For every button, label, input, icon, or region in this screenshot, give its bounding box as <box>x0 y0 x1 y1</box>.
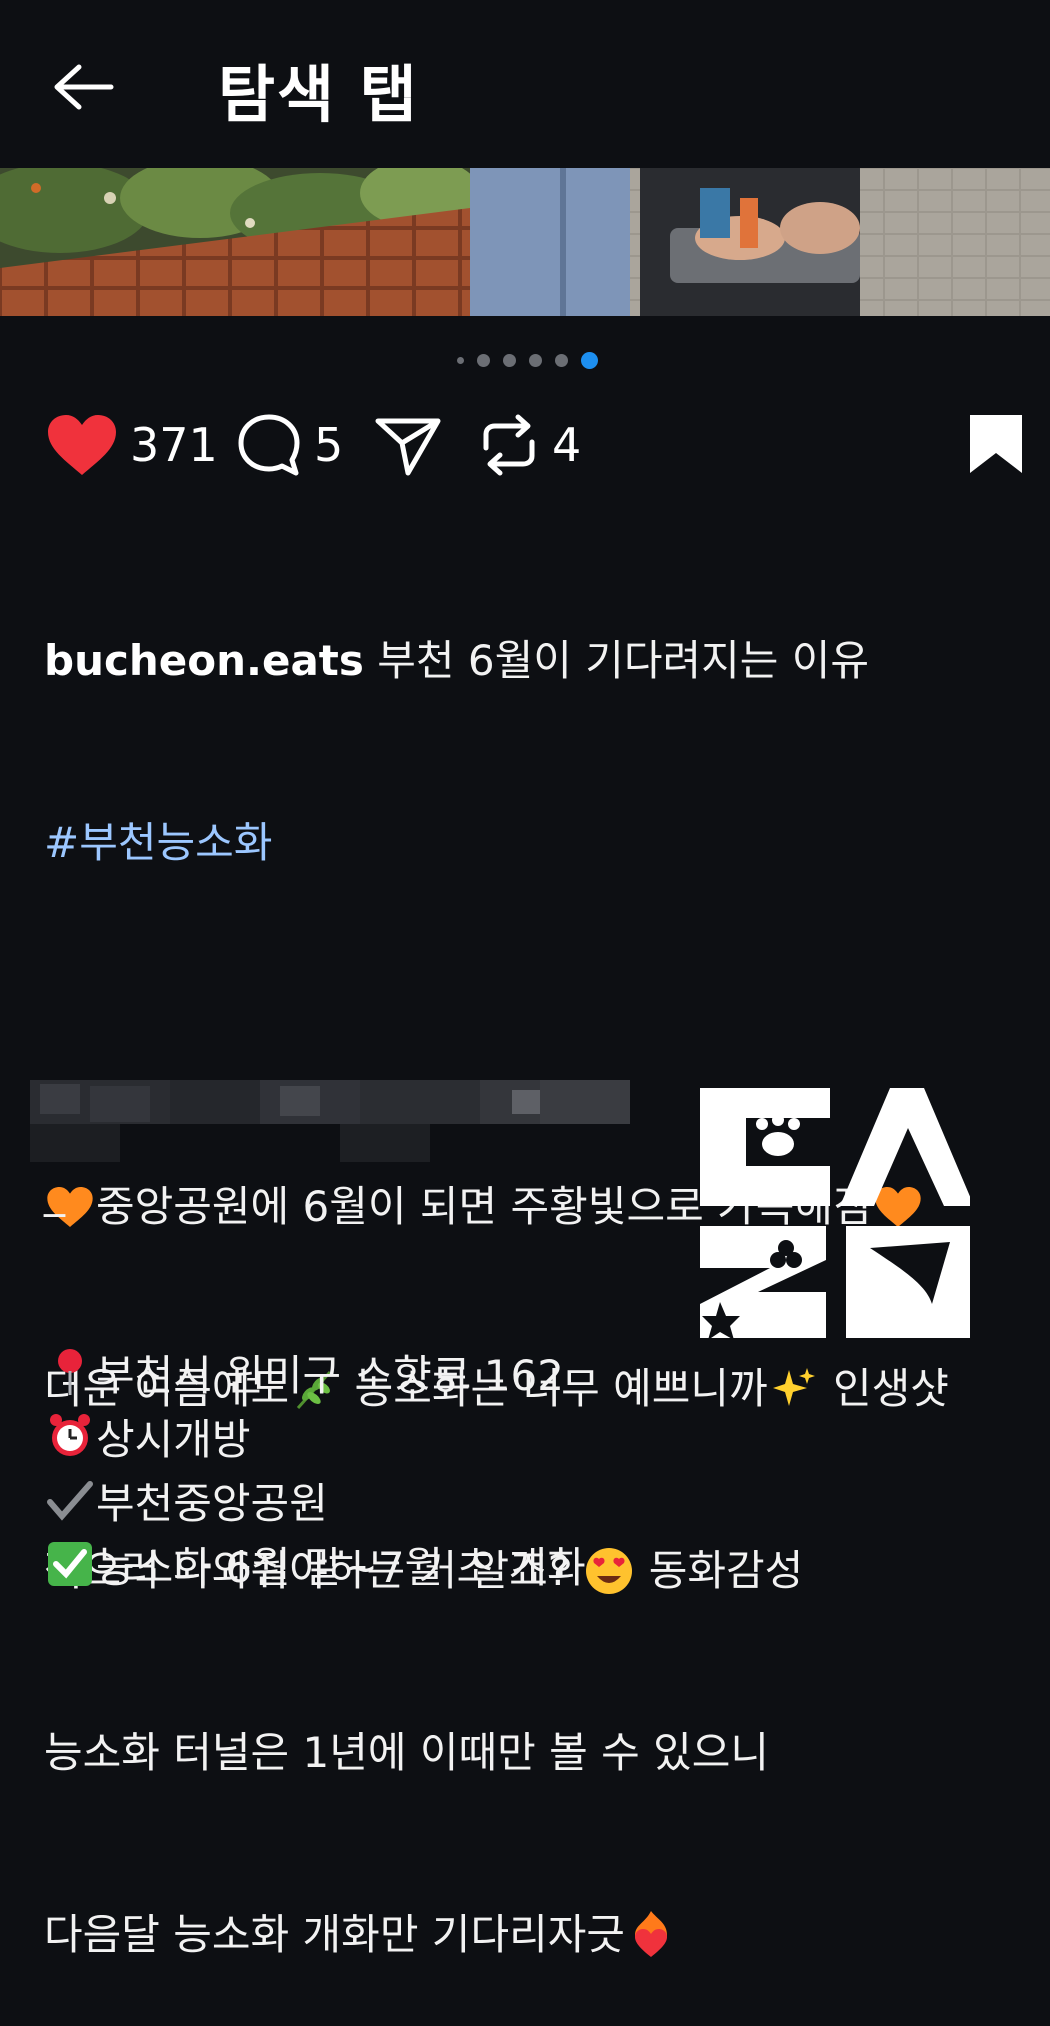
hours-line: 상시개방 <box>44 1404 586 1468</box>
share-button[interactable] <box>374 410 442 480</box>
alarm-clock-icon <box>44 1410 96 1462</box>
caption-text: 동화감성 <box>635 1546 804 1595</box>
info-text: 능소화 6월 말~7월 초 개화 <box>96 1542 586 1592</box>
top-bar: 탐색 탭 <box>0 0 1050 168</box>
heart-eyes-icon <box>583 1545 635 1597</box>
check-mark-icon <box>44 1474 96 1526</box>
caption-header: bucheon.eats 부천 6월이 기다려지는 이유 <box>44 630 1004 692</box>
caption-text: 능소화 터널은 1년에 이때만 볼 수 있으니 <box>44 1728 770 1777</box>
eazo-logo <box>700 1088 974 1345</box>
caption-title: 부천 6월이 기다려지는 이유 <box>363 636 870 685</box>
blurred-text <box>30 1080 660 1170</box>
separator-dash: _ <box>44 1167 65 1217</box>
repost-icon <box>483 414 535 476</box>
repost-count: 4 <box>552 418 582 472</box>
carousel-dot <box>477 354 490 367</box>
info-text: 부천시 원미구 소향로 162 <box>96 1350 564 1400</box>
post-image[interactable] <box>0 168 1050 316</box>
comment-count: 5 <box>314 418 344 472</box>
comment-button[interactable]: 5 <box>236 410 343 480</box>
carousel-dot-active <box>581 352 598 369</box>
comment-icon <box>238 414 300 476</box>
action-bar: 371 5 4 <box>0 410 1050 480</box>
save-button[interactable] <box>968 410 1024 480</box>
like-count: 371 <box>130 418 218 472</box>
hashtag-line: #부천능소화 <box>44 812 1004 874</box>
like-button[interactable]: 371 <box>46 410 218 480</box>
place-line: 부천중앙공원 <box>44 1468 586 1532</box>
arrow-left-icon <box>54 64 114 110</box>
post-info: _ 부천시 원미구 소향로 162 상시개방 부천중앙공원 능소화 6월 말~7… <box>44 1168 586 1596</box>
carousel-dot <box>529 354 542 367</box>
send-icon <box>375 418 441 476</box>
carousel-dot <box>457 357 464 364</box>
bookmark-icon <box>970 415 1022 473</box>
carousel-dot <box>555 354 568 367</box>
caption-line: 다음달 능소화 개화만 기다리자긋 <box>44 1904 1004 1966</box>
info-text: 상시개방 <box>96 1414 251 1464</box>
check-box-icon <box>44 1538 96 1590</box>
sparkles-icon <box>768 1363 820 1415</box>
caption-text: 인생샷 <box>819 1364 949 1413</box>
info-text: 부천중앙공원 <box>96 1478 328 1528</box>
username-link[interactable]: bucheon.eats <box>44 631 364 691</box>
caption-text: 다음달 능소화 개화만 기다리자긋 <box>44 1910 626 1959</box>
address-line: 부천시 원미구 소향로 162 <box>44 1340 586 1404</box>
caption-line: 능소화 터널은 1년에 이때만 볼 수 있으니 <box>44 1722 1004 1784</box>
hashtag-link[interactable]: #부천능소화 <box>44 813 272 873</box>
repost-button[interactable]: 4 <box>478 410 581 480</box>
pin-icon <box>44 1346 96 1398</box>
carousel-dot <box>503 354 516 367</box>
page-title: 탐색 탭 <box>218 58 419 131</box>
heart-on-fire-icon <box>625 1909 677 1961</box>
heart-icon <box>48 415 116 475</box>
back-button[interactable] <box>44 52 120 122</box>
bloom-line: 능소화 6월 말~7월 초 개화 <box>44 1532 586 1596</box>
carousel-indicator <box>0 352 1050 369</box>
